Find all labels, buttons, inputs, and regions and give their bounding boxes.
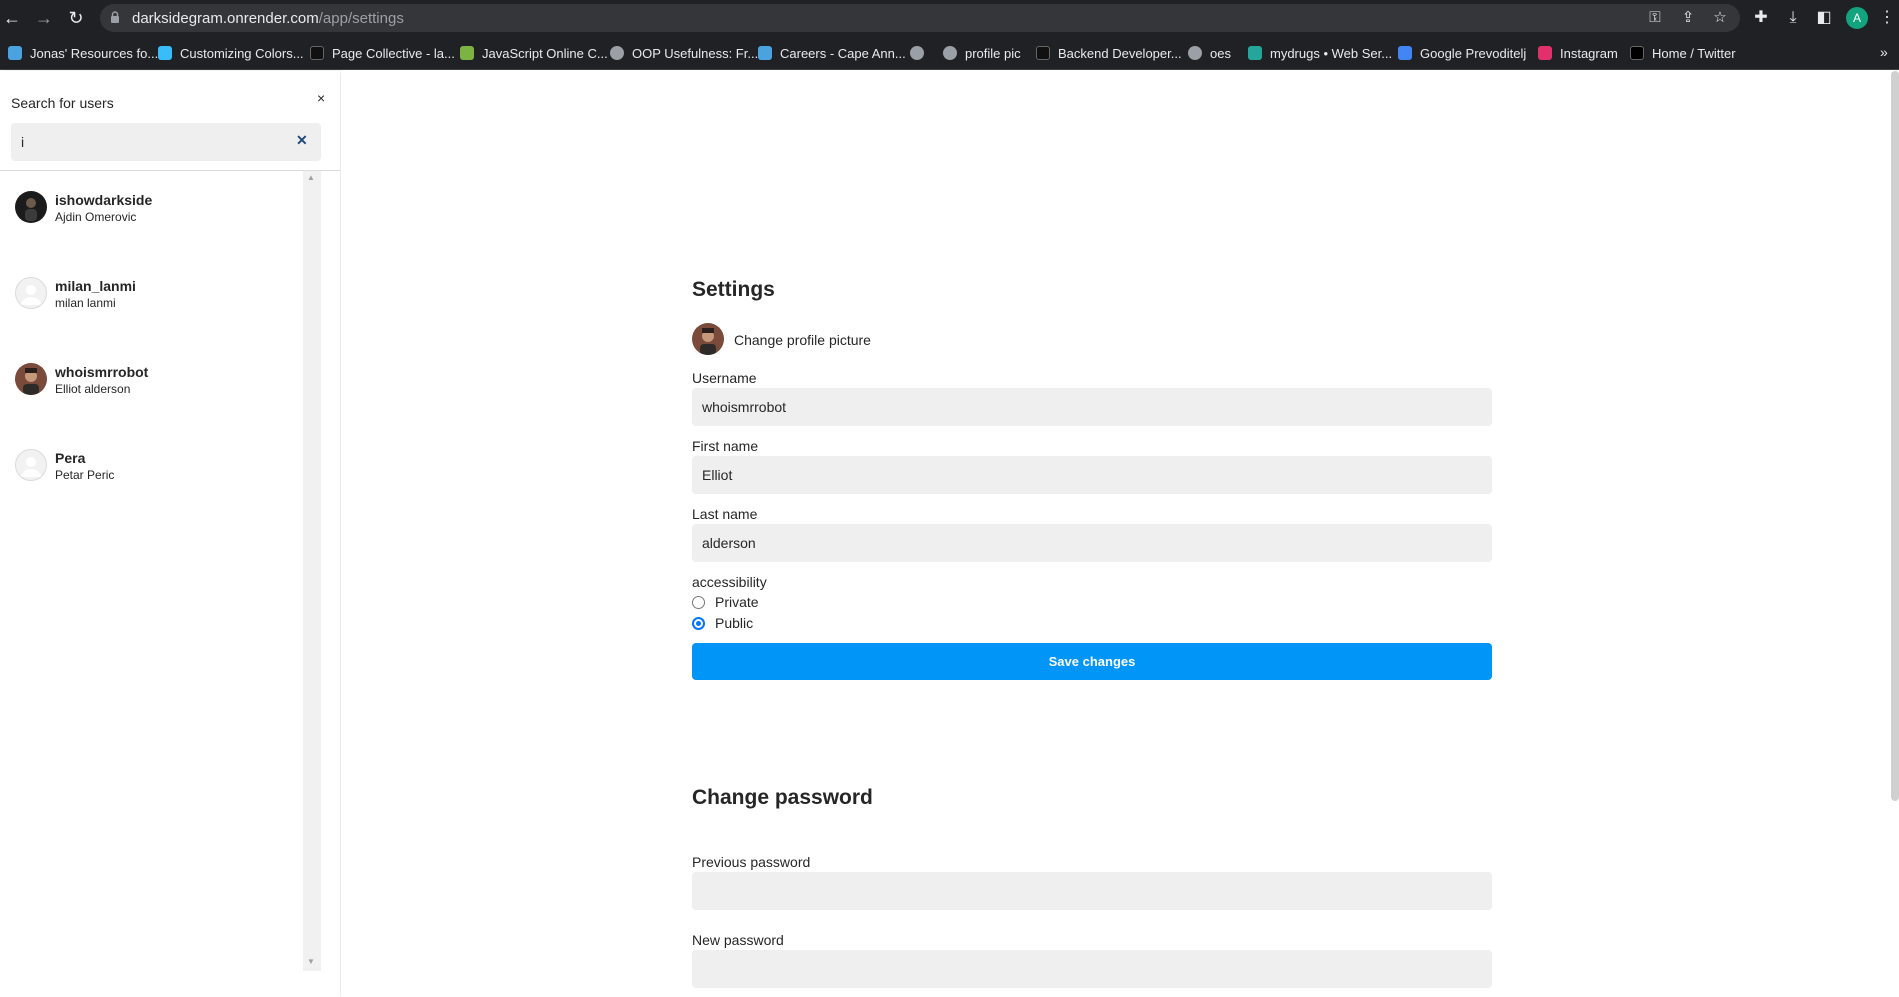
full-name: Elliot alderson <box>55 382 131 396</box>
page-title: Settings <box>692 278 775 301</box>
avatar[interactable] <box>692 323 724 355</box>
star-icon[interactable]: ☆ <box>1710 8 1730 28</box>
radio-public-label: Public <box>715 615 754 631</box>
chevron-right-double-icon[interactable]: » <box>1880 44 1888 60</box>
forward-icon[interactable]: → <box>34 8 54 28</box>
bookmark-item[interactable]: Instagram <box>1538 45 1618 61</box>
bookmark-item[interactable]: profile pic <box>943 45 1021 61</box>
bookmark-favicon-icon <box>310 46 324 60</box>
reload-icon[interactable]: ↻ <box>66 8 86 28</box>
address-bar[interactable]: darksidegram.onrender.com/app/settings ⚿… <box>100 4 1740 32</box>
scroll-up-icon[interactable]: ▲ <box>307 173 315 182</box>
previous-password-label: Previous password <box>692 854 811 870</box>
bookmark-item[interactable]: mydrugs • Web Ser... <box>1248 45 1392 61</box>
radio-private[interactable]: Private <box>692 593 759 611</box>
bookmark-item[interactable]: Jonas' Resources fo... <box>8 45 158 61</box>
bookmark-item[interactable]: Google Prevoditelj <box>1398 45 1526 61</box>
username-field[interactable] <box>692 388 1492 426</box>
bookmark-favicon-icon <box>610 46 624 60</box>
last-name-field[interactable] <box>692 524 1492 562</box>
bookmark-favicon-icon <box>758 46 772 60</box>
bookmark-favicon-icon <box>1248 46 1262 60</box>
bookmark-item[interactable]: Customizing Colors... <box>158 45 304 61</box>
search-input[interactable] <box>11 123 321 161</box>
browser-toolbar: ← → ↻ darksidegram.onrender.com/app/sett… <box>0 0 1899 36</box>
back-icon[interactable]: ← <box>2 8 22 28</box>
username-label: Username <box>692 370 757 386</box>
clear-search-icon[interactable]: ✕ <box>296 132 308 149</box>
avatar <box>15 363 47 395</box>
download-icon[interactable]: ⤓ <box>1782 8 1804 28</box>
new-password-label: New password <box>692 932 784 948</box>
full-name: milan lanmi <box>55 296 116 310</box>
settings-page: Settings Change profile picture Username… <box>341 71 1899 997</box>
bookmark-favicon-icon <box>1188 46 1202 60</box>
x-twitter-icon <box>1630 46 1644 60</box>
scroll-down-icon[interactable]: ▼ <box>307 957 315 966</box>
search-panel-title: Search for users <box>11 95 114 111</box>
share-icon[interactable]: ⇪ <box>1678 8 1698 28</box>
first-name-label: First name <box>692 438 759 454</box>
username: Pera <box>55 450 86 466</box>
user-result[interactable]: ishowdarkside Ajdin Omerovic <box>15 191 295 241</box>
lock-icon <box>111 11 119 23</box>
radio-public[interactable]: Public <box>692 614 753 632</box>
globe-icon <box>943 46 957 60</box>
url-path: /app/settings <box>318 10 404 27</box>
url-text[interactable]: darksidegram.onrender.com/app/settings <box>132 10 404 27</box>
bookmark-item[interactable]: JavaScript Online C... <box>460 45 608 61</box>
side-panel-icon[interactable]: ◧ <box>1813 8 1835 28</box>
bookmark-item[interactable] <box>910 45 932 61</box>
avatar <box>15 191 47 223</box>
radio-private-input[interactable] <box>692 595 705 609</box>
results-scrollbar[interactable]: ▲ ▼ <box>303 171 321 971</box>
user-result[interactable]: milan_lanmi milan lanmi <box>15 277 295 327</box>
bookmark-favicon-icon <box>460 46 474 60</box>
instagram-icon <box>1538 46 1552 60</box>
bookmark-item[interactable]: Backend Developer... <box>1036 45 1182 61</box>
bookmarks-bar: Jonas' Resources fo... Customizing Color… <box>0 36 1899 70</box>
bookmark-item[interactable]: Careers - Cape Ann... <box>758 45 906 61</box>
new-password-field[interactable] <box>692 950 1492 988</box>
avatar <box>15 277 47 309</box>
page-scrollbar-thumb[interactable] <box>1891 71 1899 801</box>
last-name-label: Last name <box>692 506 758 522</box>
first-name-field[interactable] <box>692 456 1492 494</box>
translate-icon <box>1398 46 1412 60</box>
menu-kebab-icon[interactable]: ⋮ <box>1876 8 1898 28</box>
globe-icon <box>910 46 924 60</box>
radio-public-input[interactable] <box>692 616 705 630</box>
username: ishowdarkside <box>55 192 153 208</box>
bookmark-item[interactable]: Page Collective - la... <box>310 45 455 61</box>
radio-private-label: Private <box>715 594 759 610</box>
user-result[interactable]: Pera Petar Peric <box>15 449 295 499</box>
previous-password-field[interactable] <box>692 872 1492 910</box>
change-profile-picture-link[interactable]: Change profile picture <box>734 332 871 348</box>
full-name: Ajdin Omerovic <box>55 210 137 224</box>
extensions-icon[interactable]: ✚ <box>1750 8 1772 28</box>
bookmark-item[interactable]: oes <box>1188 45 1231 61</box>
accessibility-label: accessibility <box>692 574 767 590</box>
bookmark-favicon-icon <box>158 46 172 60</box>
key-icon[interactable]: ⚿ <box>1645 8 1665 28</box>
username: whoismrrobot <box>55 364 149 380</box>
divider <box>0 170 340 171</box>
save-changes-button[interactable]: Save changes <box>692 643 1492 680</box>
username: milan_lanmi <box>55 278 136 294</box>
url-host: darksidegram.onrender.com <box>132 10 319 27</box>
avatar <box>15 449 47 481</box>
close-icon[interactable]: × <box>317 90 325 106</box>
profile-avatar[interactable]: A <box>1846 7 1868 29</box>
bookmark-item[interactable]: OOP Usefulness: Fr... <box>610 45 758 61</box>
bookmark-favicon-icon <box>8 46 22 60</box>
bookmark-item[interactable]: Home / Twitter <box>1630 45 1736 61</box>
full-name: Petar Peric <box>55 468 115 482</box>
user-search-panel: Search for users × ✕ ishowdarkside Ajdin… <box>0 71 340 997</box>
user-result[interactable]: whoismrrobot Elliot alderson <box>15 363 295 413</box>
change-password-title: Change password <box>692 786 873 809</box>
bookmark-favicon-icon <box>1036 46 1050 60</box>
